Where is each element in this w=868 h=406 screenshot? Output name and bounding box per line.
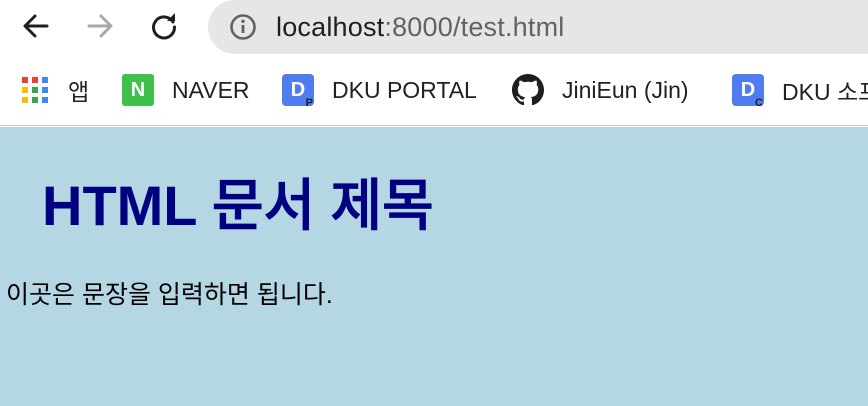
github-icon	[512, 74, 544, 106]
bookmark-apps[interactable]: 앱	[22, 74, 89, 106]
dku-portal-icon-sub: P	[305, 97, 313, 109]
bookmark-dku-portal[interactable]: D P DKU PORTAL	[282, 74, 477, 109]
bookmark-label: 앱	[68, 79, 90, 105]
back-button[interactable]	[14, 6, 58, 46]
bookmark-github[interactable]: JiniEun (Jin)	[512, 74, 689, 106]
bookmark-label: DKU PORTAL	[332, 76, 477, 103]
browser-window: localhost:8000/test.html 앱 N NAVER D P D…	[0, 0, 868, 406]
reload-icon	[152, 13, 177, 40]
info-icon[interactable]	[228, 12, 258, 42]
bookmark-dku-software[interactable]: D C DKU 소프	[732, 74, 868, 109]
page-title: HTML 문서 제목	[42, 174, 434, 237]
dku-icon-sub: C	[755, 97, 763, 109]
reload-button[interactable]	[142, 6, 186, 46]
dku-icon: D C	[732, 74, 764, 109]
browser-toolbar: localhost:8000/test.html	[0, 0, 868, 54]
naver-icon: N	[122, 74, 154, 106]
dku-portal-icon: D P	[282, 74, 314, 109]
url-text[interactable]: localhost:8000/test.html	[276, 12, 564, 43]
url-host: localhost	[276, 11, 385, 42]
bookmark-label: NAVER	[172, 76, 250, 103]
back-arrow-icon	[23, 14, 49, 38]
forward-arrow-icon	[87, 14, 113, 38]
apps-grid-icon	[22, 77, 48, 103]
dku-icon-letter: D	[740, 78, 756, 101]
forward-button[interactable]	[78, 6, 122, 46]
page-content: HTML 문서 제목 이곳은 문장을 입력하면 됩니다.	[0, 127, 868, 406]
page-paragraph: 이곳은 문장을 입력하면 됩니다.	[6, 281, 333, 309]
address-bar[interactable]: localhost:8000/test.html	[208, 0, 868, 54]
bookmark-label: DKU 소프	[782, 79, 868, 105]
url-path: :8000/test.html	[384, 11, 565, 42]
bookmark-naver[interactable]: N NAVER	[122, 74, 250, 106]
bookmark-label: JiniEun (Jin)	[562, 76, 689, 103]
dku-portal-icon-letter: D	[290, 78, 306, 101]
bookmarks-bar: 앱 N NAVER D P DKU PORTAL JiniEun (Jin) D…	[0, 54, 868, 126]
